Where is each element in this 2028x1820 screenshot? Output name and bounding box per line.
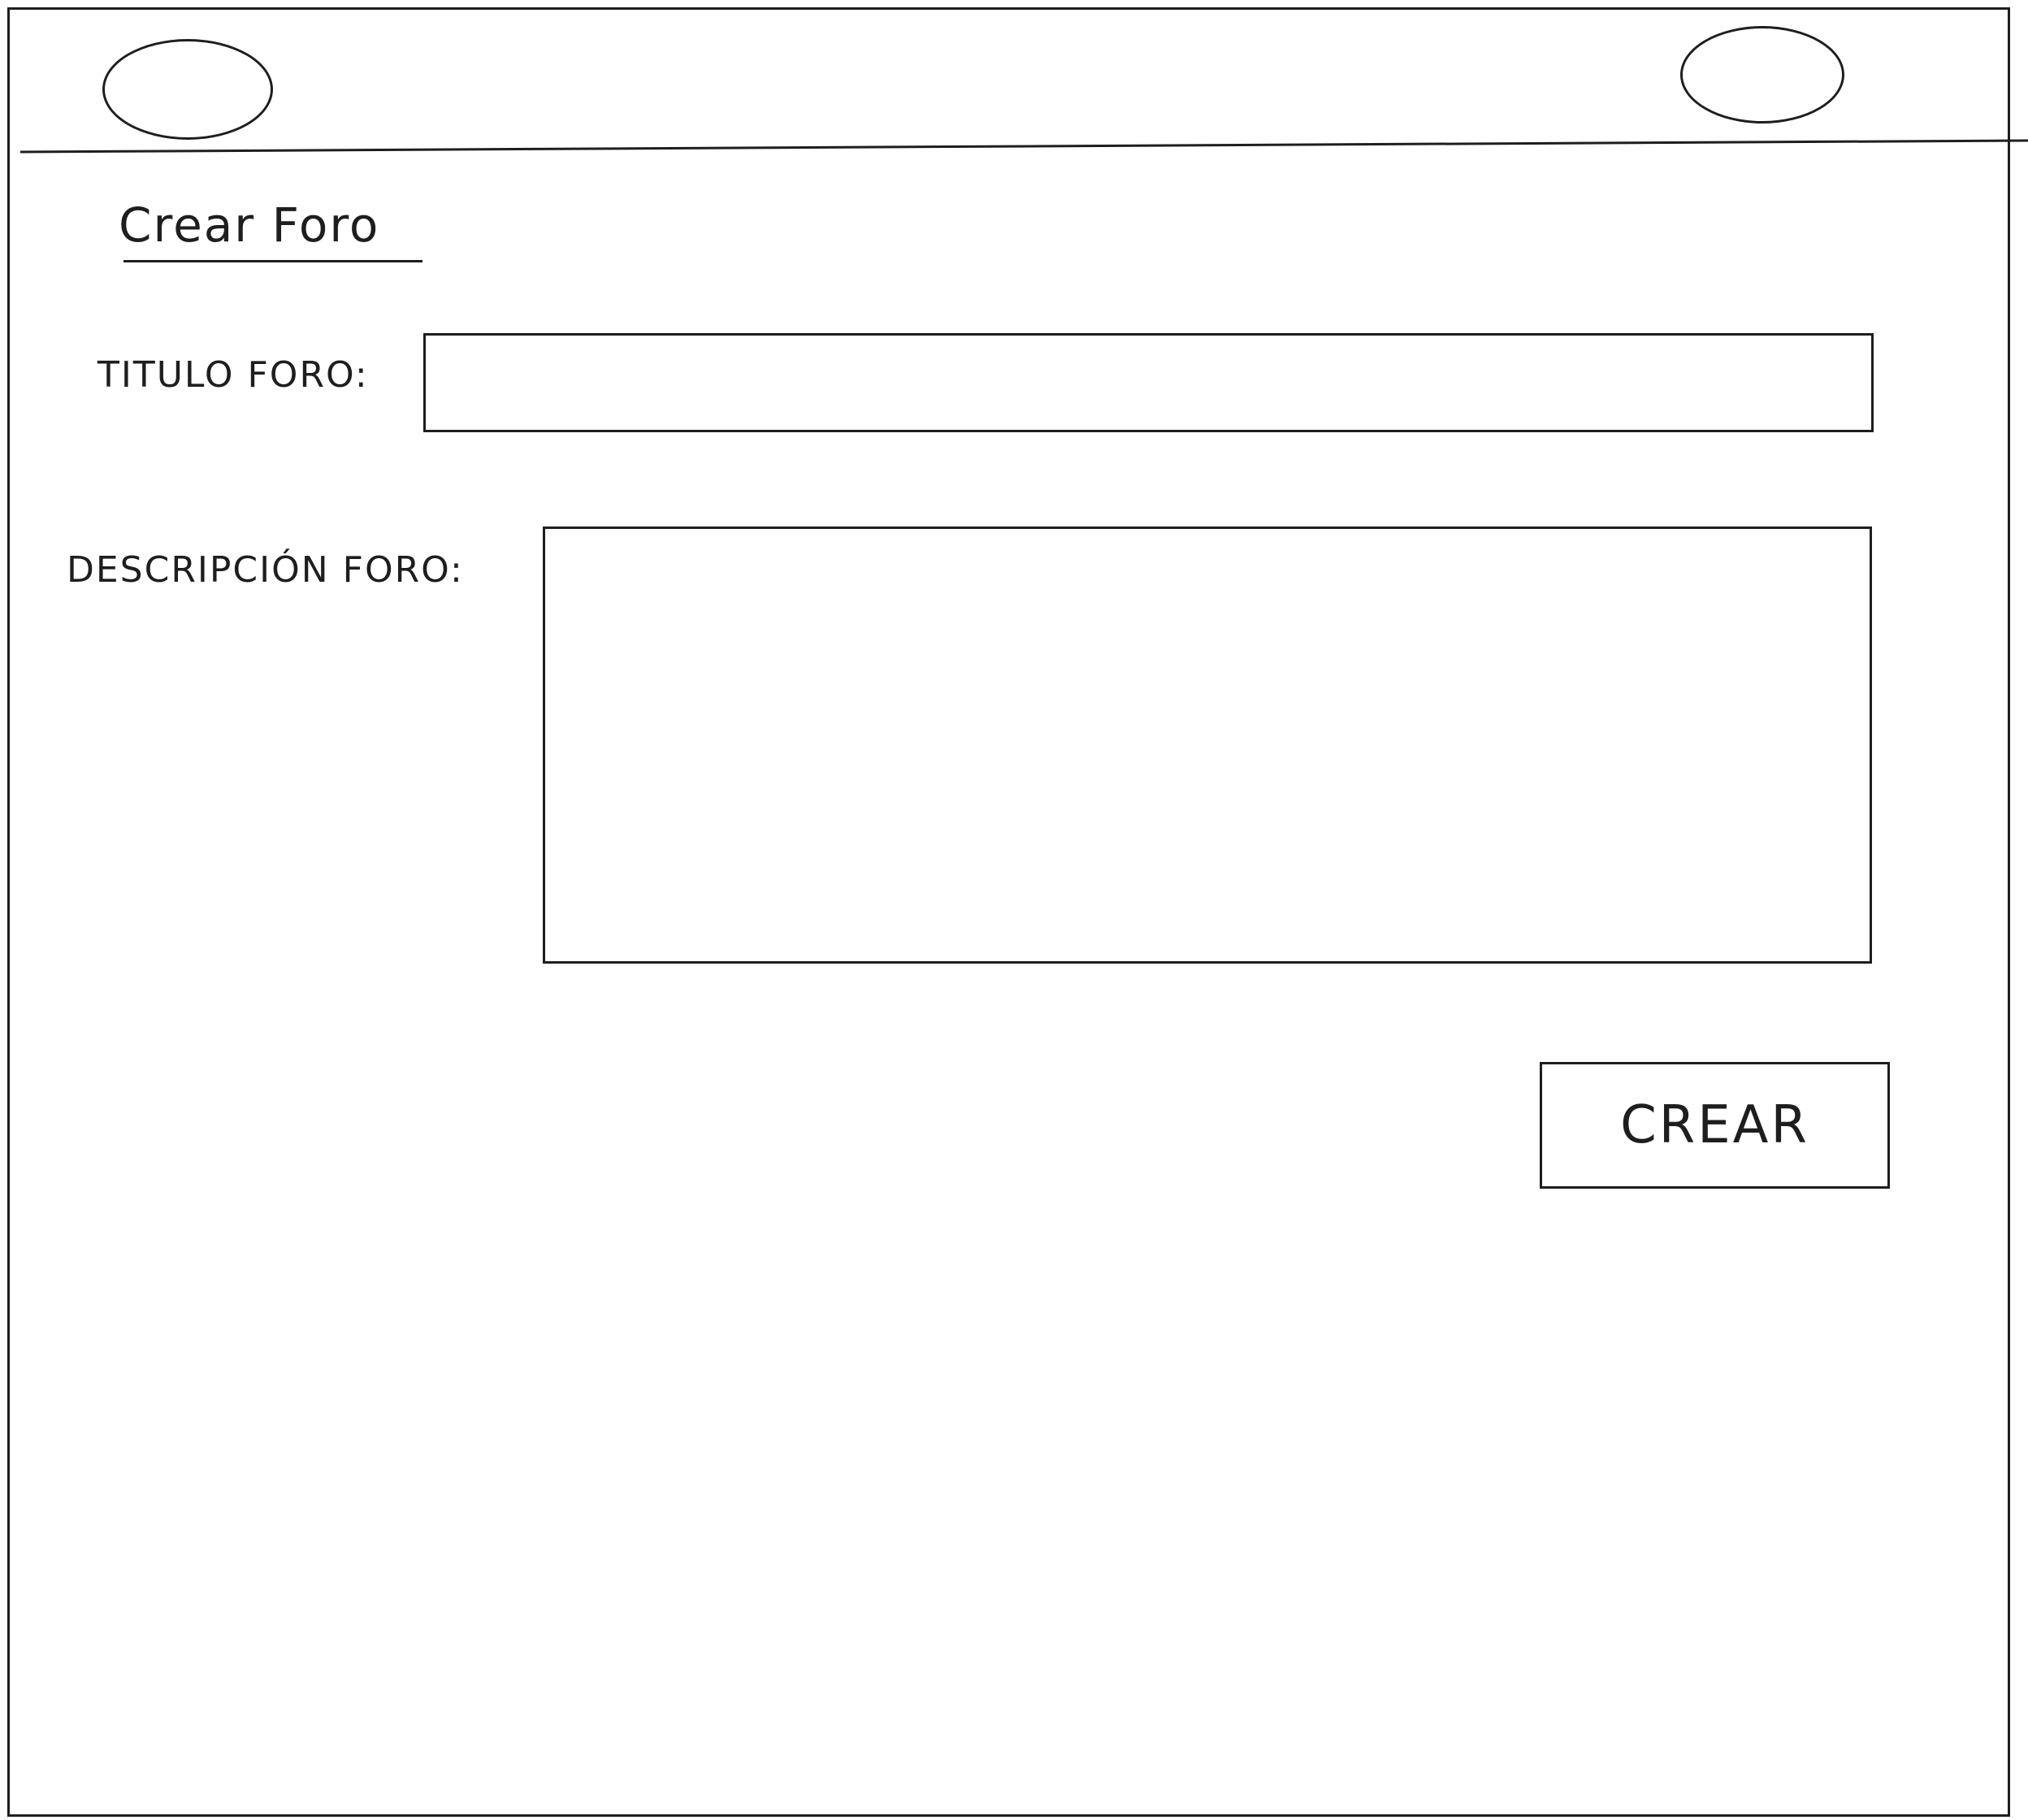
forum-title-input[interactable] — [423, 333, 1874, 432]
forum-description-textarea[interactable] — [543, 526, 1872, 964]
page-title-underline — [124, 260, 422, 262]
header-logo-placeholder[interactable] — [102, 39, 273, 140]
forum-description-label: DESCRIPCIÓN FORO: — [67, 549, 464, 591]
forum-title-label: TITULO FORO: — [98, 354, 369, 396]
create-forum-button[interactable]: CREAR — [1540, 1062, 1890, 1189]
header-profile-placeholder[interactable] — [1680, 26, 1844, 124]
page-title: Crear Foro — [119, 197, 380, 253]
